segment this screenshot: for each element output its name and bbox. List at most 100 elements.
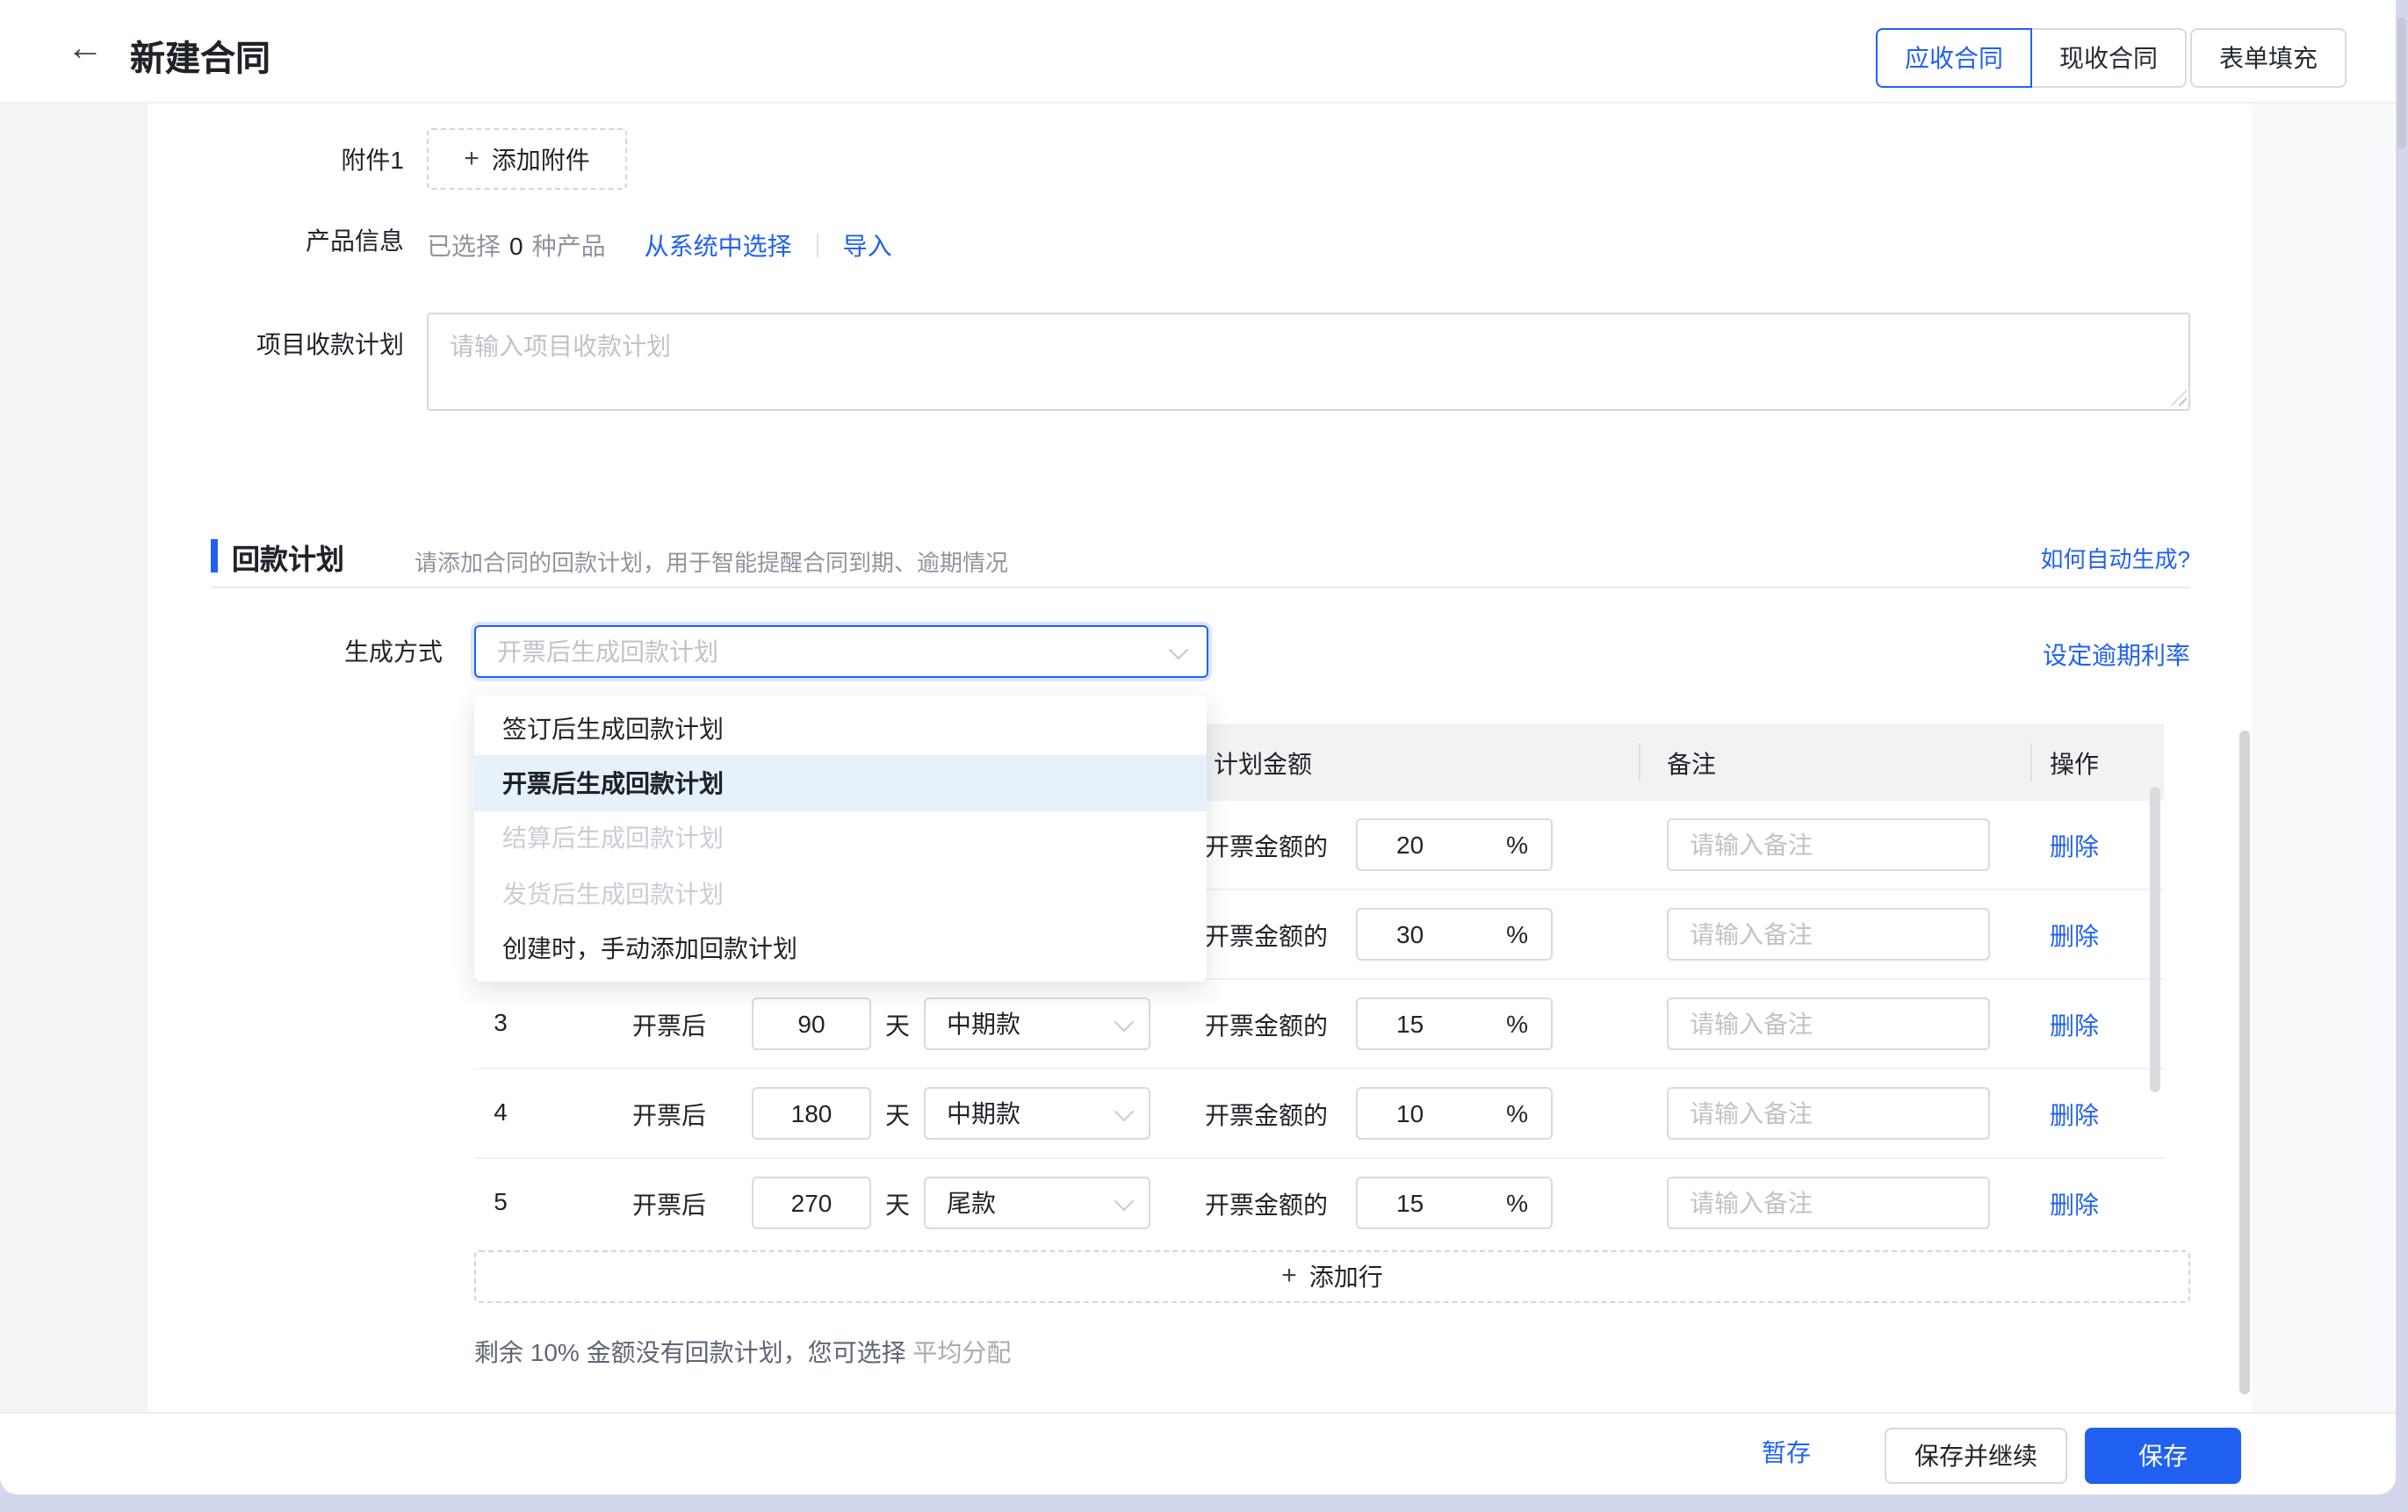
option-after-signing[interactable]: 签订后生成回款计划 [474,701,1207,756]
add-attachment-button[interactable]: + 添加附件 [427,128,627,190]
row-index: 4 [474,1098,527,1126]
attachment-label: 附件1 [0,142,404,177]
vertical-divider [817,234,818,258]
option-after-shipping: 发货后生成回款计划 [474,866,1207,921]
row-prefix: 开票后 [632,1187,706,1222]
app-window: ← 新建合同 应收合同 现收合同 表单填充 附件1 + 添加附件 产品信息 已选… [0,0,2395,1494]
remark-input[interactable] [1667,908,1990,961]
payment-type-value: 中期款 [947,1096,1117,1131]
chevron-down-icon [1114,1012,1135,1032]
days-input[interactable] [752,997,871,1050]
auto-generate-help-link[interactable]: 如何自动生成? [2041,541,2190,574]
chevron-down-icon [1114,1191,1135,1211]
payment-type-select[interactable]: 中期款 [924,997,1150,1050]
percent-value: 15 [1396,1189,1424,1217]
col-header-actions: 操作 [2050,746,2099,781]
table-row: 4 开票后 天 中期款 开票金额的 10 % 删除 [474,1069,2164,1159]
add-row-label: 添加行 [1309,1259,1383,1294]
window-scrollbar-thumb[interactable] [2397,18,2405,149]
row-prefix: 开票后 [632,1008,706,1043]
option-after-invoicing[interactable]: 开票后生成回款计划 [474,756,1207,811]
right-rail [2252,102,2394,1412]
col-header-remark: 备注 [1667,746,1716,781]
project-plan-textarea[interactable] [427,313,2190,411]
remaining-text: 剩余 10% 金额没有回款计划，您可选择 [474,1338,906,1366]
add-row-button[interactable]: + 添加行 [474,1250,2190,1303]
remark-input[interactable] [1667,818,1990,871]
section-accent-bar [211,539,217,572]
remark-input[interactable] [1667,997,1990,1050]
save-and-continue-button[interactable]: 保存并继续 [1885,1428,2067,1484]
delete-row-link[interactable]: 删除 [2050,1098,2099,1133]
percent-input[interactable]: 10 % [1356,1087,1553,1140]
payment-type-value: 中期款 [947,1006,1117,1041]
project-plan-label: 项目收款计划 [0,327,404,362]
percent-value: 30 [1396,920,1424,948]
add-attachment-label: 添加附件 [492,141,590,176]
tab-receivable-contract[interactable]: 应收合同 [1876,28,2032,88]
left-rail [0,102,148,1412]
product-info-row: 已选择 0 种产品 从系统中选择 导入 [427,228,892,263]
amount-prefix: 开票金额的 [1205,1098,1328,1133]
percent-sign: % [1506,1189,1528,1217]
generate-method-dropdown: 签订后生成回款计划 开票后生成回款计划 结算后生成回款计划 发货后生成回款计划 … [474,695,1207,982]
row-index: 5 [474,1187,527,1215]
section-title: 回款计划 [232,536,344,578]
option-manual-on-create[interactable]: 创建时，手动添加回款计划 [474,921,1207,976]
days-input[interactable] [752,1177,871,1229]
page-footer: 暂存 保存并继续 保存 [0,1412,2395,1494]
percent-input[interactable]: 30 % [1356,908,1553,961]
days-input[interactable] [752,1087,871,1140]
desktop: ← 新建合同 应收合同 现收合同 表单填充 附件1 + 添加附件 产品信息 已选… [0,0,2408,1512]
section-divider [211,587,2190,588]
percent-input[interactable]: 20 % [1356,818,1553,871]
header-divider [2030,743,2032,781]
payment-type-select[interactable]: 中期款 [924,1087,1150,1140]
payment-type-select[interactable]: 尾款 [924,1177,1150,1229]
row-index: 3 [474,1008,527,1036]
row-prefix: 开票后 [632,1098,706,1133]
form-scrollbar-thumb[interactable] [2239,731,2250,1394]
set-overdue-rate-link[interactable]: 设定逾期利率 [2043,637,2190,673]
remark-input[interactable] [1667,1177,1990,1229]
remark-input[interactable] [1667,1087,1990,1140]
remaining-note: 剩余 10% 金额没有回款计划，您可选择 平均分配 [474,1335,1011,1370]
amount-prefix: 开票金额的 [1205,1008,1328,1043]
row-unit: 天 [885,1187,910,1222]
page-title: 新建合同 [130,30,270,81]
delete-row-link[interactable]: 删除 [2050,829,2099,864]
generate-method-value: 开票后生成回款计划 [497,634,1172,669]
generate-method-select[interactable]: 开票后生成回款计划 [474,625,1208,678]
choose-from-system-link[interactable]: 从系统中选择 [645,228,792,263]
back-arrow-icon[interactable]: ← [67,26,104,72]
payment-type-value: 尾款 [947,1185,1117,1220]
percent-input[interactable]: 15 % [1356,1177,1553,1229]
page-header: ← 新建合同 应收合同 现收合同 表单填充 [0,0,2395,104]
selected-count: 0 [509,232,523,260]
percent-value: 10 [1396,1099,1424,1127]
delete-row-link[interactable]: 删除 [2050,918,2099,954]
save-draft-link[interactable]: 暂存 [1762,1426,1811,1479]
average-distribute-link[interactable]: 平均分配 [912,1338,1011,1366]
delete-row-link[interactable]: 删除 [2050,1187,2099,1222]
generate-method-label: 生成方式 [39,634,443,669]
col-header-planned-amount: 计划金额 [1214,746,1312,781]
plus-icon: + [464,147,479,171]
delete-row-link[interactable]: 删除 [2050,1008,2099,1043]
percent-sign: % [1506,1099,1528,1127]
import-link[interactable]: 导入 [843,228,892,263]
tab-form-fill[interactable]: 表单填充 [2190,28,2347,88]
product-info-label: 产品信息 [0,223,404,258]
row-unit: 天 [885,1098,910,1133]
percent-value: 15 [1396,1010,1424,1038]
table-scrollbar-thumb[interactable] [2150,787,2160,1092]
amount-prefix: 开票金额的 [1205,1187,1328,1222]
percent-value: 20 [1396,831,1424,859]
table-row: 3 开票后 天 中期款 开票金额的 15 % 删除 [474,980,2164,1069]
option-after-settlement: 结算后生成回款计划 [474,811,1207,867]
tab-cash-contract[interactable]: 现收合同 [2030,28,2187,88]
section-subtitle: 请添加合同的回款计划，用于智能提醒合同到期、逾期情况 [415,544,1008,578]
percent-input[interactable]: 15 % [1356,997,1553,1050]
selected-suffix: 种产品 [532,228,606,263]
save-button[interactable]: 保存 [2085,1428,2241,1484]
